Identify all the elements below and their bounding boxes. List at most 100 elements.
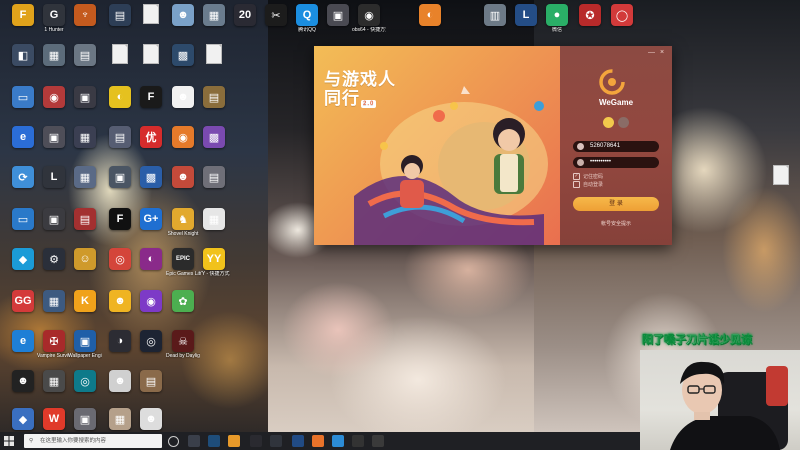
desktop-shortcut[interactable]: ✂	[259, 4, 293, 27]
desktop-shortcut[interactable]: ▤	[197, 86, 231, 109]
desktop-shortcut[interactable]: F	[134, 86, 168, 109]
login-button[interactable]: 登 录	[573, 197, 659, 211]
desktop-shortcut[interactable]: ▤	[68, 208, 102, 231]
desktop-shortcut[interactable]: ▦	[37, 44, 71, 67]
desktop-shortcut[interactable]: ▤	[103, 4, 137, 27]
desktop-shortcut[interactable]: 20	[228, 4, 262, 27]
desktop-shortcut[interactable]: ▣	[68, 408, 102, 431]
app-g-taskbar-icon[interactable]	[270, 435, 282, 447]
desktop-shortcut[interactable]: ◆	[6, 248, 40, 271]
desktop-shortcut[interactable]: G1 Hunter	[37, 4, 71, 33]
desktop-shortcut[interactable]: ◯	[605, 4, 639, 27]
account-field[interactable]: 526078641	[573, 141, 659, 152]
folder-taskbar-icon[interactable]	[228, 435, 240, 447]
desktop-shortcut[interactable]: ♆	[68, 4, 102, 27]
desktop-shortcut[interactable]	[197, 44, 231, 67]
desktop-shortcut[interactable]: ▩	[197, 126, 231, 149]
desktop-shortcut[interactable]: ▣Wallpaper Engine	[68, 330, 102, 359]
desktop-shortcut[interactable]: Q 腾讯QQ	[290, 4, 324, 33]
desktop-shortcut[interactable]: ⚙	[37, 248, 71, 271]
desktop-shortcut[interactable]: ◧	[6, 44, 40, 67]
desktop-shortcut[interactable]	[134, 44, 168, 67]
desktop-shortcut[interactable]: ▣	[37, 126, 71, 149]
desktop-shortcut[interactable]: ☻	[103, 370, 137, 393]
desktop-shortcut[interactable]: ◎	[103, 248, 137, 271]
obs-taskbar-icon[interactable]	[352, 435, 364, 447]
desktop-shortcut[interactable]: ● 微信	[540, 4, 574, 33]
desktop-shortcut[interactable]: ▤	[103, 126, 137, 149]
desktop-shortcut[interactable]: ▩	[166, 44, 200, 67]
desktop-shortcut[interactable]: ☻	[166, 86, 200, 109]
desktop-shortcut[interactable]: GG	[6, 290, 40, 313]
edge-taskbar-icon[interactable]	[332, 435, 344, 447]
desktop-shortcut[interactable]: YY YY - 快捷方式	[197, 248, 231, 277]
desktop-shortcut[interactable]: L	[509, 4, 543, 27]
desktop-shortcut[interactable]: K	[68, 290, 102, 313]
desktop-shortcut[interactable]: ◉	[166, 126, 200, 149]
desktop-shortcut[interactable]	[134, 4, 168, 27]
desktop-shortcut[interactable]: F	[103, 208, 137, 231]
taskbar-search-box[interactable]: ⚲ 在这里输入你要搜索的内容	[24, 434, 162, 448]
desktop-shortcut[interactable]: G+	[134, 208, 168, 231]
desktop-shortcut[interactable]: ▦	[197, 208, 231, 231]
desktop-shortcut[interactable]: ▣	[68, 86, 102, 109]
desktop-shortcut[interactable]: ◐	[134, 248, 168, 271]
desktop-shortcut[interactable]: ▤	[197, 166, 231, 189]
desktop-shortcut[interactable]: ▭	[6, 86, 40, 109]
task-view-icon[interactable]	[188, 435, 200, 447]
desktop-shortcut[interactable]: 优	[134, 126, 168, 149]
desktop-shortcut[interactable]: ▤	[68, 44, 102, 67]
desktop-shortcut[interactable]: ▣	[103, 166, 137, 189]
desktop-shortcut[interactable]: ▣	[37, 208, 71, 231]
desktop-shortcut[interactable]: ▭	[6, 208, 40, 231]
desktop-shortcut[interactable]: ◉	[37, 86, 71, 109]
windows-start-icon[interactable]	[4, 436, 14, 446]
wechat-login-icon[interactable]	[618, 117, 629, 128]
minimize-button[interactable]: —	[648, 49, 655, 56]
wegame-taskbar-icon[interactable]	[312, 435, 324, 447]
desktop-shortcut[interactable]: EPICEpic Games Launcher	[166, 248, 200, 277]
desktop-shortcut[interactable]: ◉	[134, 290, 168, 313]
desktop-shortcut[interactable]: ☻	[134, 408, 168, 431]
desktop-shortcut[interactable]: ▥	[478, 4, 512, 27]
desktop-shortcut[interactable]: ◐	[103, 86, 137, 109]
desktop-shortcut[interactable]: ☻	[6, 370, 40, 393]
desktop-shortcut[interactable]: ◐	[413, 4, 447, 27]
desktop-shortcut[interactable]: e	[6, 330, 40, 353]
account-safety-link[interactable]: 帐号安全提示	[560, 220, 672, 227]
desktop-shortcut[interactable]: ⟳	[6, 166, 40, 189]
auto-login-checkbox[interactable]: 自动登录	[573, 181, 603, 188]
desktop-shortcut[interactable]: ◉obs64 - 快捷方式	[352, 4, 386, 33]
desktop-shortcut[interactable]: ▩	[134, 166, 168, 189]
desktop-shortcut[interactable]: ☻	[103, 290, 137, 313]
desktop-shortcut[interactable]: ▦	[37, 370, 71, 393]
desktop-shortcut[interactable]	[103, 44, 137, 67]
password-field[interactable]: ••••••••••	[573, 157, 659, 168]
cortana-icon[interactable]	[168, 436, 179, 447]
lol-taskbar-icon[interactable]	[292, 435, 304, 447]
desktop-shortcut[interactable]: L	[37, 166, 71, 189]
desktop-shortcut[interactable]: ☻	[166, 4, 200, 27]
desktop-shortcut[interactable]: ✪	[573, 4, 607, 27]
divider-taskbar-icon[interactable]	[250, 435, 262, 447]
desktop-shortcut[interactable]: e	[6, 126, 40, 149]
desktop-shortcut[interactable]: ◑	[103, 330, 137, 353]
desktop-shortcut[interactable]: ✿	[166, 290, 200, 313]
desktop-shortcut[interactable]: ▤	[134, 370, 168, 393]
qq-login-icon[interactable]	[603, 117, 614, 128]
close-button[interactable]: ×	[660, 49, 664, 56]
desktop-shortcut[interactable]: ▦	[103, 408, 137, 431]
desktop-shortcut[interactable]: ◎	[134, 330, 168, 353]
desktop-shortcut[interactable]: ☻	[166, 166, 200, 189]
desktop-shortcut[interactable]: W	[37, 408, 71, 431]
desktop-shortcut[interactable]: ▦	[68, 166, 102, 189]
desktop-shortcut[interactable]: ◆	[6, 408, 40, 431]
app-taskbar-icon[interactable]	[372, 435, 384, 447]
steam-taskbar-icon[interactable]	[208, 435, 220, 447]
desktop-shortcut[interactable]: ♞ Shovel Knight	[166, 208, 200, 237]
remember-password-checkbox[interactable]: ✓ 记住密码	[573, 173, 603, 180]
desktop-shortcut[interactable]: ▦	[68, 126, 102, 149]
desktop-shortcut[interactable]	[764, 165, 798, 188]
desktop-shortcut[interactable]: ✠Vampire Survivors	[37, 330, 71, 359]
desktop-shortcut[interactable]: ▣	[321, 4, 355, 27]
